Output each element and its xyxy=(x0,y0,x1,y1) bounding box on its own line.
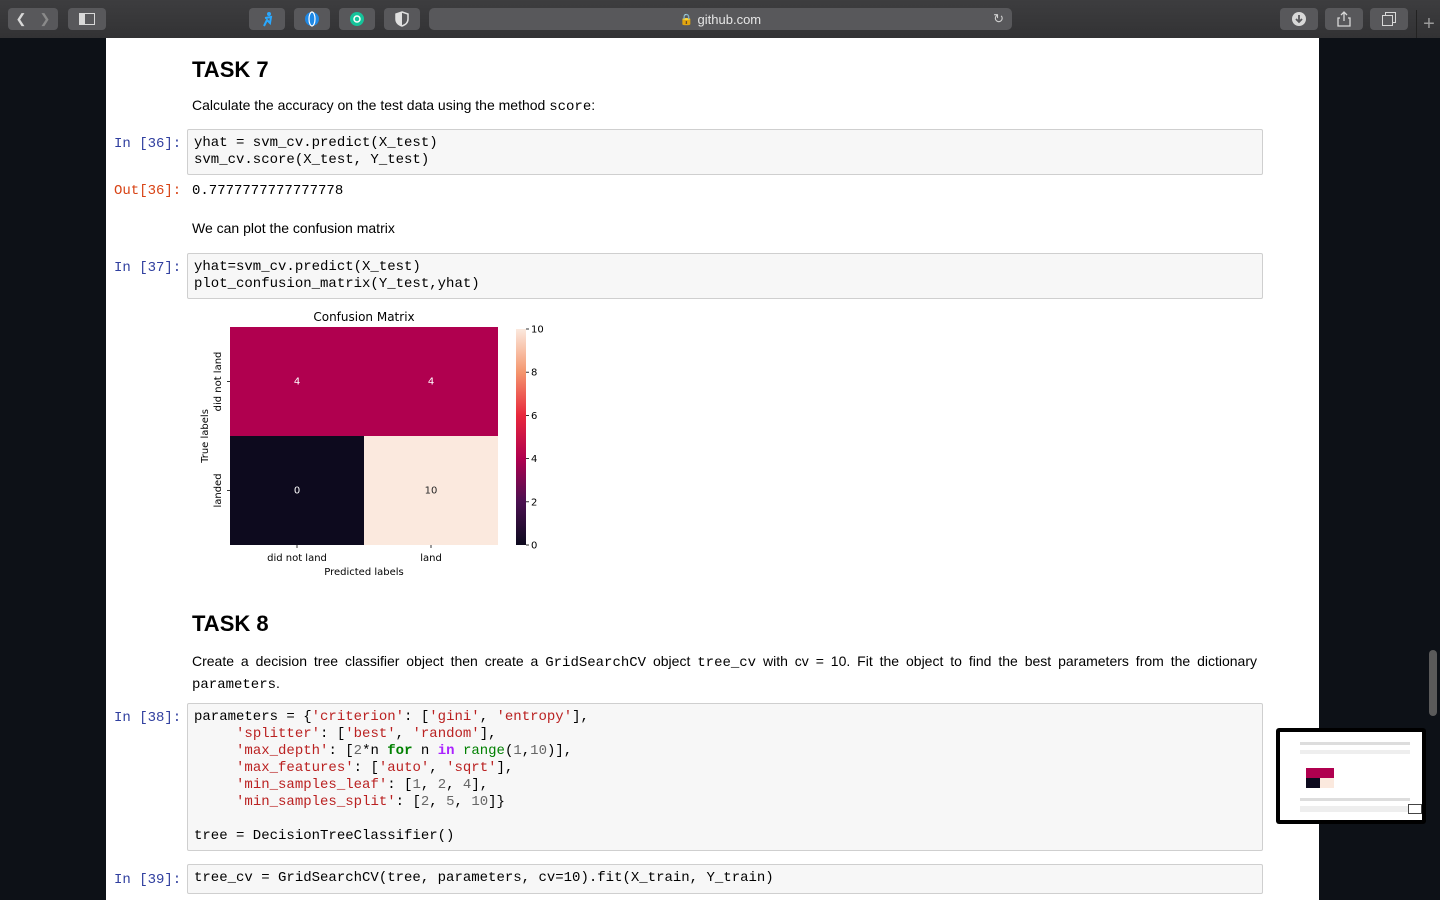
grammarly-icon xyxy=(350,12,364,26)
task7-text: Calculate the accuracy on the test data … xyxy=(192,97,550,113)
download-icon xyxy=(1292,12,1306,26)
code-line: tree_cv = GridSearchCV(tree, parameters,… xyxy=(194,870,774,886)
share-button[interactable] xyxy=(1325,8,1363,30)
code-line: plot_confusion_matrix(Y_test,yhat) xyxy=(194,276,480,292)
task7-description: Calculate the accuracy on the test data … xyxy=(192,97,595,115)
task8-text: . xyxy=(276,675,280,691)
confusion-matrix-heatmap: Confusion Matrix 4 4 0 10 did not land land Pre… xyxy=(200,310,544,578)
x-tick-label: did not land xyxy=(267,553,327,564)
thumbnail-cell xyxy=(1320,778,1334,788)
thumbnail-line xyxy=(1300,806,1410,812)
task7-heading: TASK 7 xyxy=(192,57,269,82)
reload-icon[interactable]: ↻ xyxy=(993,11,1004,27)
confusion-text: We can plot the confusion matrix xyxy=(192,220,395,236)
cell37-prompt: In [37]: xyxy=(114,260,182,276)
colorbar-tick-label: 0 xyxy=(531,541,537,552)
code-line: yhat = svm_cv.predict(X_test) xyxy=(194,135,438,151)
thumbnail-content xyxy=(1280,732,1422,820)
colorbar-tick-label: 2 xyxy=(531,497,537,508)
x-axis-label: Predicted labels xyxy=(324,567,404,578)
thumbnail-marker xyxy=(1408,804,1422,814)
extension-button-4[interactable] xyxy=(384,8,420,30)
share-icon xyxy=(1337,11,1351,27)
inline-code: parameters xyxy=(192,677,277,693)
page-scrollbar[interactable] xyxy=(1429,650,1437,716)
colorbar xyxy=(516,329,526,545)
heatmap-cell-label: 4 xyxy=(294,377,300,388)
address-text: github.com xyxy=(697,11,762,27)
lock-icon: 🔒 xyxy=(679,13,694,26)
runner-icon xyxy=(263,12,273,27)
task8-text: Create a decision tree classifier object… xyxy=(192,653,546,669)
thumbnail-cell xyxy=(1306,778,1320,788)
code-line: svm_cv.score(X_test, Y_test) xyxy=(194,152,430,168)
cell38-prompt: In [38]: xyxy=(114,710,182,726)
address-bar[interactable]: 🔒 github.com ↻ xyxy=(429,8,1012,30)
y-tick-label: did not land xyxy=(213,352,224,412)
back-forward-group[interactable]: ❮ ❯ xyxy=(8,8,58,30)
heatmap-title: Confusion Matrix xyxy=(313,310,414,324)
window-preview-thumbnail[interactable] xyxy=(1276,728,1426,824)
downloads-button[interactable] xyxy=(1280,8,1318,30)
heatmap-cell-label: 10 xyxy=(425,486,438,497)
colorbar-tick-label: 8 xyxy=(531,368,537,379)
heatmap-cell-label: 4 xyxy=(428,377,434,388)
task8-description: Create a decision tree classifier object… xyxy=(192,651,1257,695)
colorbar-tick-label: 4 xyxy=(531,454,537,465)
thumbnail-line xyxy=(1300,798,1410,801)
thumbnail-cell xyxy=(1306,768,1320,778)
sidebar-toggle-button[interactable] xyxy=(68,8,106,30)
thumbnail-line xyxy=(1300,750,1410,754)
task8-text: object xyxy=(646,653,698,669)
heatmap-cell-label: 0 xyxy=(294,486,300,497)
cell38-code-text: parameters = {'criterion': ['gini', 'ent… xyxy=(194,709,589,844)
notebook-page: TASK 7 Calculate the accuracy on the tes… xyxy=(106,38,1319,900)
extension-button-3[interactable] xyxy=(339,8,375,30)
task7-text-end: : xyxy=(591,97,596,113)
cell38-code[interactable]: parameters = {'criterion': ['gini', 'ent… xyxy=(187,703,1263,851)
inline-code: GridSearchCV xyxy=(545,655,647,671)
extension-button-1[interactable] xyxy=(249,8,285,30)
extension-button-2[interactable] xyxy=(294,8,330,30)
tabs-icon xyxy=(1382,12,1396,26)
cell39-prompt: In [39]: xyxy=(114,872,182,888)
plus-icon: + xyxy=(1423,13,1435,35)
task8-heading: TASK 8 xyxy=(192,611,269,636)
cell36-prompt: In [36]: xyxy=(114,136,182,152)
x-tick-label: land xyxy=(420,553,442,564)
code-line: tree = DecisionTreeClassifier() xyxy=(194,828,455,844)
new-tab-button[interactable]: + xyxy=(1416,10,1440,38)
cell36-out-prompt: Out[36]: xyxy=(114,183,182,199)
tabs-overview-button[interactable] xyxy=(1370,8,1408,30)
shield-icon xyxy=(395,11,409,27)
thumbnail-cell xyxy=(1320,768,1334,778)
y-tick-label: landed xyxy=(213,473,224,507)
sidebar-icon xyxy=(79,13,95,25)
inline-code: tree_cv xyxy=(697,655,757,671)
globe-icon xyxy=(305,11,319,27)
thumbnail-line xyxy=(1300,742,1410,745)
chevron-right-icon[interactable]: ❯ xyxy=(33,11,57,27)
task8-text: with cv = 10. Fit the object to find the… xyxy=(756,653,1258,669)
cell37-code[interactable]: yhat=svm_cv.predict(X_test) plot_confusi… xyxy=(187,253,1263,299)
browser-toolbar: ❮ ❯ 🔒 github.com ↻ + xyxy=(0,0,1440,39)
chevron-left-icon[interactable]: ❮ xyxy=(9,11,33,27)
colorbar-tick-label: 6 xyxy=(531,411,537,422)
colorbar-tick-label: 10 xyxy=(531,325,544,336)
y-axis-label: True labels xyxy=(200,409,211,464)
cell39-code[interactable]: tree_cv = GridSearchCV(tree, parameters,… xyxy=(187,864,1263,894)
task7-inline-code: score xyxy=(549,99,592,115)
cell36-output: 0.7777777777777778 xyxy=(192,183,344,199)
cell36-code[interactable]: yhat = svm_cv.predict(X_test) svm_cv.sco… xyxy=(187,129,1263,175)
code-line: yhat=svm_cv.predict(X_test) xyxy=(194,259,421,275)
